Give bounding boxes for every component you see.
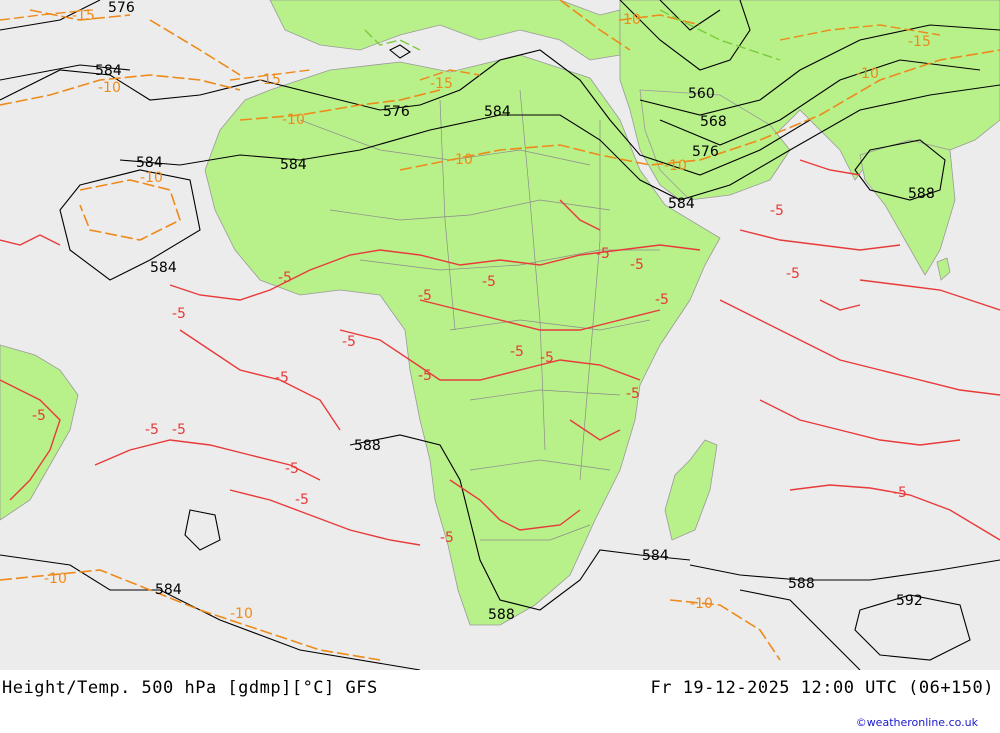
height-label: 584: [95, 63, 122, 79]
credit-link[interactable]: ©weatheronline.co.uk: [856, 716, 978, 729]
temp-label-minus10: -10: [618, 12, 641, 28]
height-label: 576: [692, 144, 719, 160]
temp-label-minus5: -5: [295, 492, 309, 508]
height-label: 584: [136, 155, 163, 171]
height-label: 588: [488, 607, 515, 623]
temp-label-minus5: -5: [440, 530, 454, 546]
height-label: 584: [668, 196, 695, 212]
temp-label-minus5: -5: [32, 408, 46, 424]
temp-label-minus5: -5: [278, 270, 292, 286]
temp-label-minus5: -5: [596, 246, 610, 262]
temp-label-minus10: -10: [282, 112, 305, 128]
map-datetime: Fr 19-12-2025 12:00 UTC (06+150): [650, 678, 994, 698]
height-label: 584: [280, 157, 307, 173]
height-label: 560: [688, 86, 715, 102]
temp-label-minus5: -5: [510, 344, 524, 360]
temp-label-minus15: -15: [258, 72, 281, 88]
temp-label-minus5: -5: [172, 422, 186, 438]
temp-label-minus10: -10: [690, 596, 713, 612]
temp-label-minus5: -5: [482, 274, 496, 290]
temp-label-minus5: -5: [145, 422, 159, 438]
temp-label-minus5: -5: [285, 461, 299, 477]
height-label: 584: [155, 582, 182, 598]
temp-label-minus5: -5: [418, 368, 432, 384]
height-label: 584: [150, 260, 177, 276]
height-label: 592: [896, 593, 923, 609]
temp-label-minus5: -5: [275, 370, 289, 386]
height-label: 584: [484, 104, 511, 120]
temp-label-minus10: -10: [98, 80, 121, 96]
temp-label-minus5: -5: [342, 334, 356, 350]
temp-label-minus5: -5: [770, 203, 784, 219]
height-label: 588: [354, 438, 381, 454]
temp-label-minus5: -5: [893, 485, 907, 501]
temp-label-minus5: -5: [626, 386, 640, 402]
height-label: 588: [788, 576, 815, 592]
temp-label-minus5: -5: [786, 266, 800, 282]
temp-label-minus15: -15: [72, 8, 95, 24]
height-label: 576: [383, 104, 410, 120]
temp-label-minus15: -15: [908, 34, 931, 50]
temp-label-minus5: -5: [655, 292, 669, 308]
temp-label-minus5: -5: [418, 288, 432, 304]
map-title: Height/Temp. 500 hPa [gdmp][°C] GFS: [2, 678, 378, 698]
height-label: 588: [908, 186, 935, 202]
temp-label-minus10: -10: [856, 66, 879, 82]
height-label: 576: [108, 0, 135, 16]
height-label: 568: [700, 114, 727, 130]
temp-label-minus15: -15: [430, 76, 453, 92]
temp-label-minus5: -5: [630, 257, 644, 273]
height-label: 584: [642, 548, 669, 564]
temp-label-minus10: -10: [450, 152, 473, 168]
temp-label-minus10: -10: [44, 571, 67, 587]
temp-label-minus10: -10: [664, 158, 687, 174]
weather-map: 576 584 584 584 576 584 560 568 576 584 …: [0, 0, 1000, 670]
temp-label-minus5: -5: [172, 306, 186, 322]
temp-label-minus5: -5: [540, 350, 554, 366]
temp-label-minus10: -10: [140, 170, 163, 186]
temp-label-minus10: -10: [230, 606, 253, 622]
